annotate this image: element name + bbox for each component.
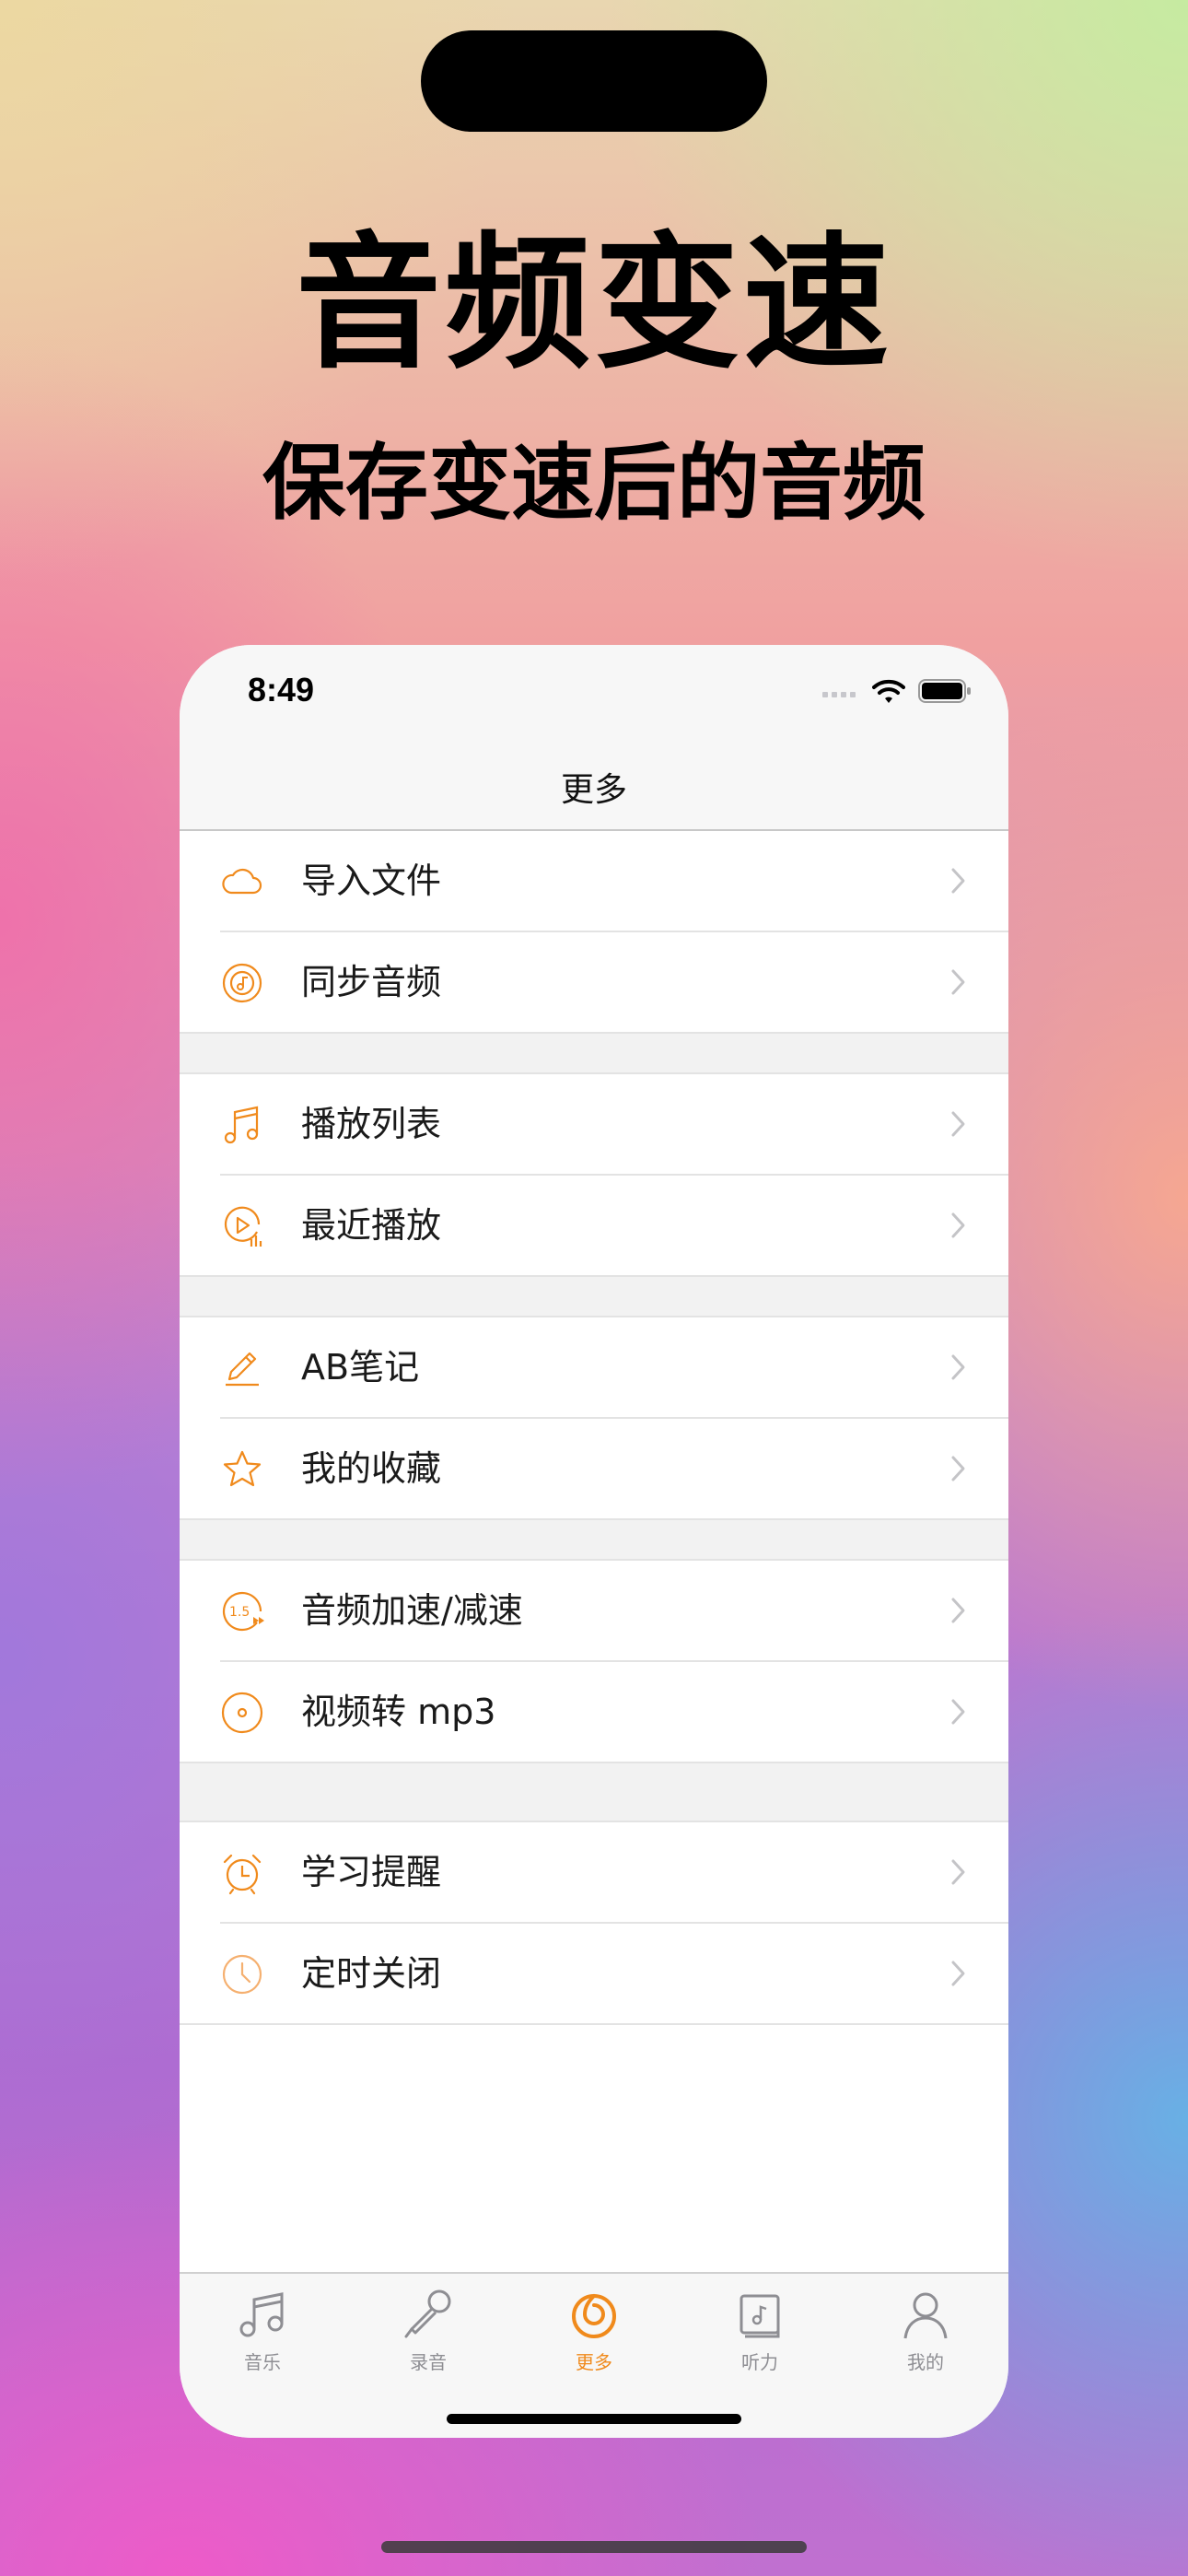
dynamic-island bbox=[421, 30, 767, 132]
svg-text:1.5: 1.5 bbox=[229, 1605, 250, 1620]
chevron-right-icon bbox=[951, 969, 965, 995]
menu-item-label: 导入文件 bbox=[301, 861, 442, 901]
wifi-icon bbox=[872, 679, 905, 703]
more-swirl-icon bbox=[572, 2294, 616, 2338]
menu-item-label: 音频加速/减速 bbox=[301, 1590, 523, 1631]
phone-screen: 8:49 更多 导入文件 同步音频 播放列表 最近播放 AB笔记 我的收藏 1.… bbox=[180, 645, 1008, 2438]
menu-item-ab-notes[interactable]: AB笔记 bbox=[180, 1317, 1008, 1417]
tab-listening[interactable]: 听力 bbox=[677, 2287, 843, 2374]
menu-item-video-to-mp3[interactable]: 视频转 mp3 bbox=[180, 1662, 1008, 1762]
menu-item-label: 最近播放 bbox=[301, 1205, 442, 1246]
status-time: 8:49 bbox=[248, 671, 315, 708]
page-title: 更多 bbox=[560, 771, 627, 809]
menu-item-label: AB笔记 bbox=[301, 1347, 420, 1388]
podcast-icon bbox=[222, 963, 262, 1003]
cellular-signal-icon bbox=[822, 692, 856, 697]
promo-title: 音频变速 bbox=[296, 219, 892, 389]
chevron-right-icon bbox=[951, 1961, 965, 1986]
chevron-right-icon bbox=[951, 1699, 965, 1725]
home-indicator[interactable] bbox=[447, 2414, 741, 2424]
chevron-right-icon bbox=[951, 1859, 965, 1885]
chevron-right-icon bbox=[951, 1111, 965, 1137]
menu-item-import-file[interactable]: 导入文件 bbox=[180, 831, 1008, 931]
music-card-icon bbox=[740, 2294, 780, 2338]
disc-icon bbox=[221, 1692, 263, 1734]
nav-bar: 更多 bbox=[180, 746, 1008, 831]
menu-list: 导入文件 同步音频 播放列表 最近播放 AB笔记 我的收藏 1.5 音频加速/减… bbox=[180, 831, 1008, 2025]
menu-item-playlist[interactable]: 播放列表 bbox=[180, 1074, 1008, 1174]
menu-item-label: 同步音频 bbox=[301, 962, 442, 1002]
status-bar: 8:49 bbox=[180, 645, 1008, 746]
music-note-icon bbox=[239, 2292, 284, 2337]
star-icon bbox=[223, 1450, 262, 1487]
status-icons bbox=[822, 678, 972, 704]
chevron-right-icon bbox=[951, 1598, 965, 1623]
tab-bar: 音乐 录音 更多 听力 我的 bbox=[180, 2272, 1008, 2438]
outer-home-indicator bbox=[381, 2541, 807, 2553]
battery-icon bbox=[918, 679, 971, 703]
promo-subtitle: 保存变速后的音频 bbox=[262, 435, 926, 532]
tab-label: 我的 bbox=[907, 2351, 944, 2373]
menu-item-label: 播放列表 bbox=[301, 1104, 442, 1144]
chevron-right-icon bbox=[951, 1354, 965, 1380]
menu-item-label: 我的收藏 bbox=[301, 1448, 442, 1489]
menu-item-favorites[interactable]: 我的收藏 bbox=[180, 1419, 1008, 1518]
menu-item-label: 视频转 mp3 bbox=[301, 1692, 496, 1732]
tab-music[interactable]: 音乐 bbox=[180, 2287, 345, 2374]
menu-item-sleep-timer[interactable]: 定时关闭 bbox=[180, 1924, 1008, 2023]
tab-label: 听力 bbox=[741, 2351, 778, 2373]
menu-item-sync-audio[interactable]: 同步音频 bbox=[180, 932, 1008, 1032]
cloud-icon bbox=[222, 868, 262, 895]
tab-label: 更多 bbox=[576, 2351, 612, 2373]
menu-item-audio-speed[interactable]: 1.5 音频加速/减速 bbox=[180, 1561, 1008, 1660]
tab-record[interactable]: 录音 bbox=[345, 2287, 511, 2374]
tab-more[interactable]: 更多 bbox=[511, 2287, 677, 2374]
clock-icon bbox=[222, 1954, 262, 1995]
speed-icon: 1.5 bbox=[222, 1591, 264, 1632]
chevron-right-icon bbox=[951, 1212, 965, 1238]
pencil-icon bbox=[226, 1352, 259, 1387]
chevron-right-icon bbox=[951, 1456, 965, 1481]
tab-label: 音乐 bbox=[244, 2351, 281, 2373]
menu-item-label: 学习提醒 bbox=[301, 1852, 442, 1892]
chevron-right-icon bbox=[951, 868, 965, 894]
menu-item-study-reminder[interactable]: 学习提醒 bbox=[180, 1822, 1008, 1922]
menu-item-label: 定时关闭 bbox=[301, 1953, 442, 1994]
microphone-icon bbox=[404, 2289, 451, 2338]
tab-label: 录音 bbox=[410, 2351, 447, 2373]
recent-play-icon bbox=[224, 1206, 262, 1247]
alarm-clock-icon bbox=[223, 1854, 262, 1895]
menu-item-recent-play[interactable]: 最近播放 bbox=[180, 1176, 1008, 1275]
person-icon bbox=[903, 2292, 948, 2339]
music-notes-icon bbox=[224, 1106, 259, 1144]
tab-mine[interactable]: 我的 bbox=[843, 2287, 1008, 2374]
